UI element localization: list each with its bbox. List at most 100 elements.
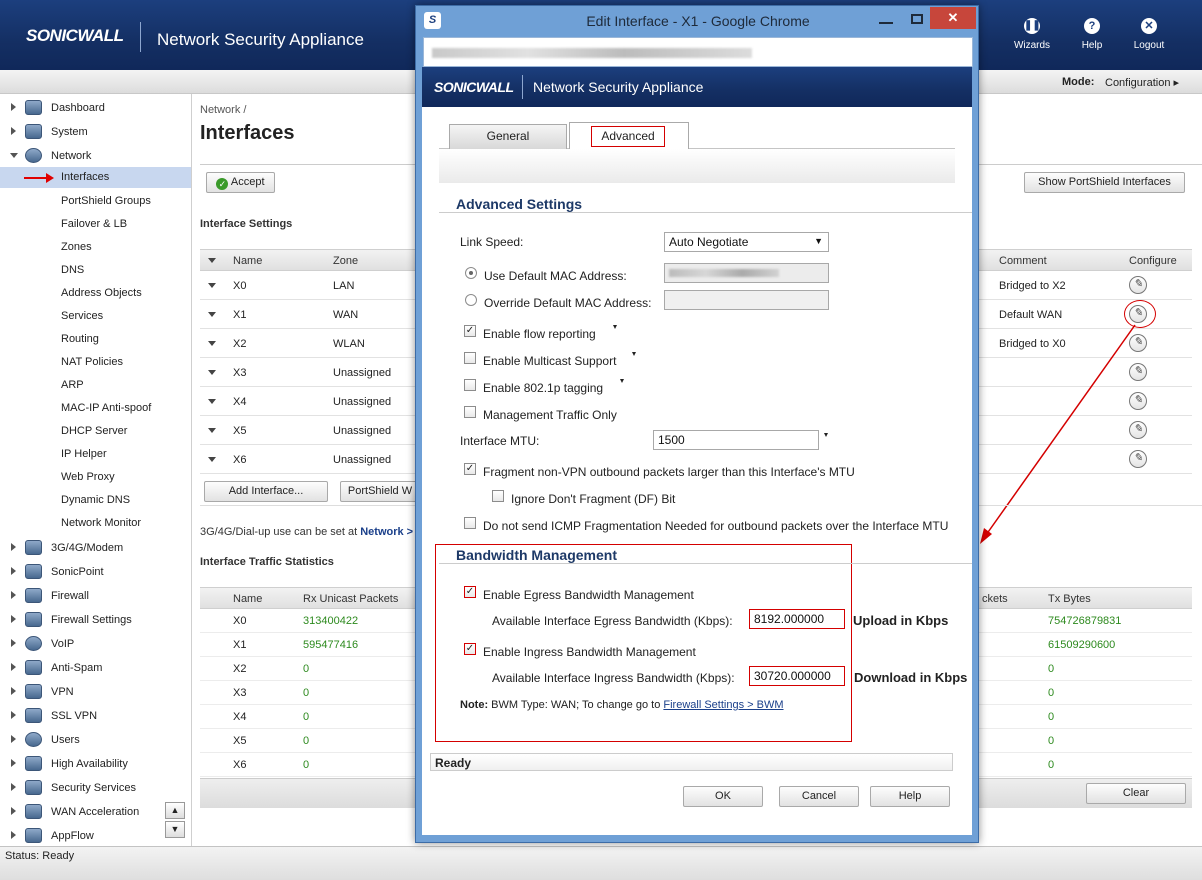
- nav-dhcp-server[interactable]: DHCP Server: [0, 421, 191, 441]
- nav-3g-4g-modem[interactable]: 3G/4G/Modem: [0, 538, 191, 558]
- fragment-checkbox[interactable]: ✓: [464, 463, 476, 475]
- help-dialog-button[interactable]: Help: [870, 786, 950, 807]
- nav-anti-spam[interactable]: Anti-Spam: [0, 658, 191, 678]
- upload-note: Upload in Kbps: [853, 613, 949, 628]
- minimize-button[interactable]: [879, 22, 893, 24]
- maximize-button[interactable]: [911, 14, 923, 24]
- shield-icon: [25, 780, 42, 795]
- help-button[interactable]: ? Help: [1072, 18, 1112, 51]
- multicast-checkbox[interactable]: [464, 352, 476, 364]
- nav-web-proxy[interactable]: Web Proxy: [0, 467, 191, 487]
- nav-zones[interactable]: Zones: [0, 237, 191, 257]
- show-portshield-button[interactable]: Show PortShield Interfaces: [1024, 172, 1185, 193]
- nav-ip-helper[interactable]: IP Helper: [0, 444, 191, 464]
- nav-firewall[interactable]: Firewall: [0, 586, 191, 606]
- egress-checkbox[interactable]: ✓: [464, 586, 476, 598]
- nav-firewall-settings[interactable]: Firewall Settings: [0, 610, 191, 630]
- nav-arp[interactable]: ARP: [0, 375, 191, 395]
- headset-icon: [25, 636, 42, 651]
- expand-icon[interactable]: [208, 283, 216, 288]
- nav-dynamic-dns[interactable]: Dynamic DNS: [0, 490, 191, 510]
- nav-address-objects[interactable]: Address Objects: [0, 283, 191, 303]
- bandwidth-highlight-box: [435, 544, 852, 742]
- nav-interfaces[interactable]: Interfaces: [0, 167, 191, 188]
- status-bar: Status: Ready: [0, 846, 1202, 880]
- expand-icon[interactable]: [208, 341, 216, 346]
- ssl-icon: [25, 708, 42, 723]
- expand-icon[interactable]: [208, 428, 216, 433]
- dialog-title: Edit Interface - X1 - Google Chrome: [586, 13, 810, 29]
- mgmt-only-checkbox[interactable]: [464, 406, 476, 418]
- red-arrow: [24, 177, 48, 179]
- nav-services[interactable]: Services: [0, 306, 191, 326]
- nav-appflow[interactable]: AppFlow: [0, 826, 191, 846]
- ingress-checkbox[interactable]: ✓: [464, 643, 476, 655]
- red-pointer-arrow: [980, 324, 1136, 544]
- nav-network-monitor[interactable]: Network Monitor: [0, 513, 191, 533]
- use-default-mac-radio[interactable]: [465, 267, 477, 279]
- link-speed-select[interactable]: Auto Negotiate ▼: [664, 232, 829, 252]
- accept-button[interactable]: ✓ Accept: [206, 172, 275, 193]
- flow-reporting-checkbox[interactable]: ✓: [464, 325, 476, 337]
- cancel-button[interactable]: Cancel: [779, 786, 859, 807]
- advanced-settings-heading: Advanced Settings: [456, 196, 583, 212]
- tab-advanced[interactable]: Advanced: [569, 122, 689, 149]
- mode-selector[interactable]: Configuration ▸: [1105, 76, 1179, 89]
- clear-button[interactable]: Clear: [1086, 783, 1186, 804]
- ingress-bandwidth-input[interactable]: 30720.000000: [749, 666, 845, 686]
- override-mac-radio[interactable]: [465, 294, 477, 306]
- tagging-checkbox[interactable]: [464, 379, 476, 391]
- expand-icon[interactable]: [208, 370, 216, 375]
- nav-users[interactable]: Users: [0, 730, 191, 750]
- add-interface-button[interactable]: Add Interface...: [204, 481, 328, 502]
- nav-ssl-vpn[interactable]: SSL VPN: [0, 706, 191, 726]
- nav-routing[interactable]: Routing: [0, 329, 191, 349]
- bandwidth-heading: Bandwidth Management: [456, 547, 618, 563]
- expand-icon[interactable]: [208, 457, 216, 462]
- network-link[interactable]: Network >: [360, 526, 413, 538]
- wizards-button[interactable]: ❚❚ Wizards: [1012, 18, 1052, 51]
- override-mac-field[interactable]: [664, 290, 829, 310]
- portshield-wizard-button[interactable]: PortShield W: [340, 481, 420, 502]
- expand-icon[interactable]: [208, 399, 216, 404]
- nav-nat-policies[interactable]: NAT Policies: [0, 352, 191, 372]
- egress-bandwidth-input[interactable]: 8192.000000: [749, 609, 845, 629]
- ready-status: Ready: [430, 753, 953, 771]
- mode-label: Mode:: [1062, 76, 1095, 88]
- expand-icon[interactable]: [208, 312, 216, 317]
- ok-button[interactable]: OK: [683, 786, 763, 807]
- nav-voip[interactable]: VoIP: [0, 634, 191, 654]
- tab-general[interactable]: General: [449, 124, 567, 149]
- nav-system[interactable]: System: [0, 122, 191, 142]
- info-tick-icon: [613, 325, 617, 329]
- nav-network[interactable]: Network: [0, 146, 191, 166]
- nav-wan-acceleration[interactable]: WAN Acceleration: [0, 802, 191, 822]
- nav-sonicpoint[interactable]: SonicPoint: [0, 562, 191, 582]
- scroll-down-button[interactable]: ▼: [165, 821, 185, 838]
- egress-bandwidth-label: Available Interface Egress Bandwidth (Kb…: [492, 614, 733, 628]
- sonicwall-logo: SONICWALL: [26, 26, 124, 45]
- breadcrumb[interactable]: Network /: [200, 104, 246, 116]
- help-icon: ?: [1084, 18, 1100, 34]
- logout-button[interactable]: ✕ Logout: [1128, 18, 1170, 51]
- nav-vpn[interactable]: VPN: [0, 682, 191, 702]
- nav-security-services[interactable]: Security Services: [0, 778, 191, 798]
- url-bar[interactable]: [423, 37, 973, 67]
- scroll-up-button[interactable]: ▲: [165, 802, 185, 819]
- nav-failover-lb[interactable]: Failover & LB: [0, 214, 191, 234]
- edit-icon[interactable]: ✎: [1129, 276, 1147, 294]
- nav-dashboard[interactable]: Dashboard: [0, 98, 191, 118]
- lock-icon: [25, 684, 42, 699]
- traffic-stats-heading: Interface Traffic Statistics: [200, 556, 334, 568]
- access-point-icon: [25, 564, 42, 579]
- ignore-df-checkbox[interactable]: [492, 490, 504, 502]
- mtu-input[interactable]: 1500: [653, 430, 819, 450]
- close-button[interactable]: ✕: [930, 7, 976, 29]
- nav-dns[interactable]: DNS: [0, 260, 191, 280]
- nav-high-availability[interactable]: High Availability: [0, 754, 191, 774]
- no-icmp-checkbox[interactable]: [464, 517, 476, 529]
- nav-mac-ip-antispoof[interactable]: MAC-IP Anti-spoof: [0, 398, 191, 418]
- nav-portshield-groups[interactable]: PortShield Groups: [0, 191, 191, 211]
- wizard-icon: ❚❚: [1024, 18, 1041, 34]
- bwm-link[interactable]: Firewall Settings > BWM: [663, 699, 783, 711]
